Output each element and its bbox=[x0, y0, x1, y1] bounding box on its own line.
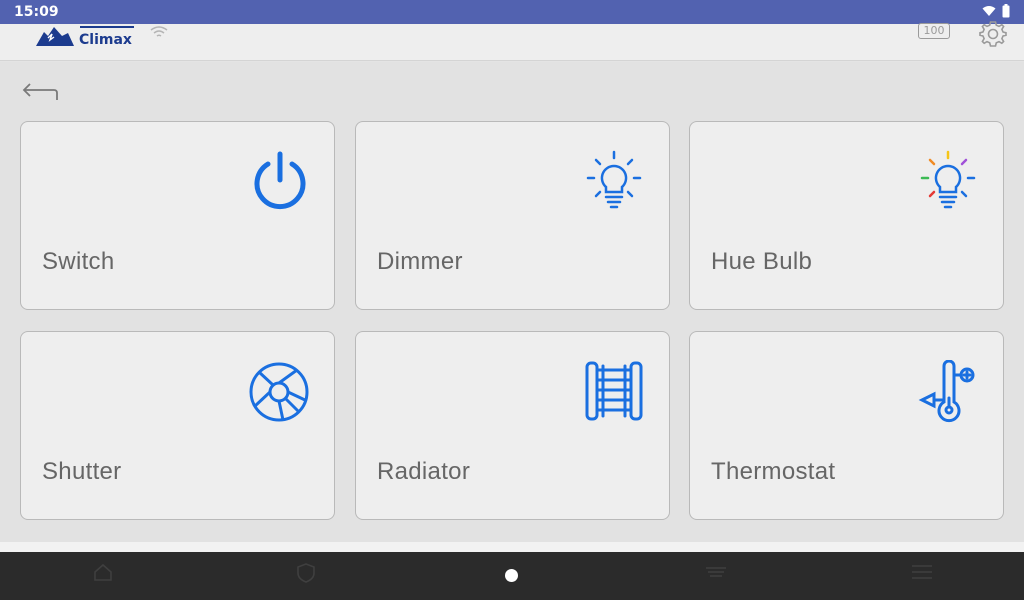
device-card-dimmer[interactable]: Dimmer bbox=[355, 121, 670, 310]
device-card-radiator[interactable]: Radiator bbox=[355, 331, 670, 520]
wifi-signal-icon bbox=[150, 26, 168, 37]
battery-level-label: 100 bbox=[923, 24, 945, 37]
device-card-shutter[interactable]: Shutter bbox=[20, 331, 335, 520]
bulb-icon bbox=[586, 150, 642, 209]
device-card-hue-bulb[interactable]: Hue Bulb bbox=[689, 121, 1004, 310]
shutter-icon bbox=[249, 362, 309, 422]
battery-icon bbox=[1002, 4, 1010, 18]
brand-name: Climax bbox=[79, 32, 132, 48]
home-icon[interactable] bbox=[92, 562, 114, 582]
device-label: Switch bbox=[42, 248, 115, 275]
home-button[interactable] bbox=[505, 569, 518, 582]
shield-icon[interactable] bbox=[296, 562, 316, 584]
status-bar: 15:09 bbox=[0, 0, 1024, 24]
status-icons bbox=[982, 4, 1010, 18]
thermostat-icon bbox=[918, 360, 975, 423]
status-time: 15:09 bbox=[14, 4, 59, 20]
device-label: Hue Bulb bbox=[711, 248, 813, 275]
device-label: Shutter bbox=[42, 458, 122, 485]
color-bulb-icon bbox=[920, 150, 976, 209]
system-nav-bar bbox=[0, 552, 1024, 600]
radiator-icon bbox=[585, 361, 643, 421]
device-label: Dimmer bbox=[377, 248, 463, 275]
battery-level-indicator: 100 bbox=[918, 23, 950, 39]
back-arrow-icon[interactable] bbox=[22, 80, 62, 104]
devices-icon[interactable] bbox=[704, 562, 728, 582]
power-icon bbox=[254, 151, 306, 210]
device-type-panel: Switch Dimmer Hue Bulb Shutter Radiator … bbox=[0, 62, 1024, 542]
bottom-strip bbox=[0, 542, 1024, 552]
device-card-switch[interactable]: Switch bbox=[20, 121, 335, 310]
device-label: Thermostat bbox=[711, 458, 836, 485]
app-header: Climax 100 bbox=[0, 21, 1024, 61]
device-label: Radiator bbox=[377, 458, 471, 485]
list-icon[interactable] bbox=[910, 562, 934, 582]
wifi-icon bbox=[982, 6, 996, 16]
device-card-thermostat[interactable]: Thermostat bbox=[689, 331, 1004, 520]
gear-icon[interactable] bbox=[978, 18, 1008, 48]
